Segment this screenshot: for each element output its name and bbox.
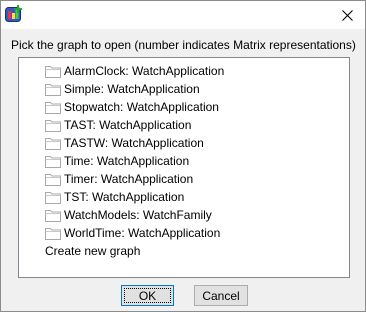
title-bar[interactable] xyxy=(1,1,365,29)
list-item[interactable]: Timer: WatchApplication xyxy=(45,170,193,188)
folder-icon xyxy=(45,66,61,78)
folder-icon xyxy=(45,102,61,114)
graph-list[interactable]: AlarmClock: WatchApplication Simple: Wat… xyxy=(18,57,350,278)
list-item[interactable]: TAST: WatchApplication xyxy=(45,116,191,134)
create-new-graph-label: Create new graph xyxy=(45,244,141,258)
list-item[interactable]: Simple: WatchApplication xyxy=(45,80,200,98)
list-item[interactable]: TASTW: WatchApplication xyxy=(45,134,204,152)
list-item-label: TASTW: WatchApplication xyxy=(64,136,204,150)
list-item-label: WorldTime: WatchApplication xyxy=(64,226,221,240)
prompt-text: Pick the graph to open (number indicates… xyxy=(11,38,356,52)
cancel-button[interactable]: Cancel xyxy=(194,285,248,306)
list-item-label: AlarmClock: WatchApplication xyxy=(64,64,225,78)
folder-icon xyxy=(45,228,61,240)
folder-icon xyxy=(45,156,61,168)
list-item[interactable]: WatchModels: WatchFamily xyxy=(45,206,212,224)
list-item[interactable]: Stopwatch: WatchApplication xyxy=(45,98,219,116)
list-item[interactable]: WorldTime: WatchApplication xyxy=(45,224,220,242)
ok-button[interactable]: OK xyxy=(121,285,174,306)
list-item-label: Time: WatchApplication xyxy=(64,154,190,168)
list-item-label: Stopwatch: WatchApplication xyxy=(64,100,219,114)
folder-icon xyxy=(45,192,61,204)
cancel-label: Cancel xyxy=(202,288,240,303)
folder-icon xyxy=(45,210,61,222)
list-item-label: Simple: WatchApplication xyxy=(64,82,200,96)
folder-icon xyxy=(45,174,61,186)
list-item-label: WatchModels: WatchFamily xyxy=(64,208,212,222)
list-item[interactable]: TST: WatchApplication xyxy=(45,188,184,206)
folder-icon xyxy=(45,120,61,132)
close-button[interactable] xyxy=(329,1,365,29)
list-item[interactable]: AlarmClock: WatchApplication xyxy=(45,62,224,80)
list-item-label: Timer: WatchApplication xyxy=(64,172,194,186)
create-new-graph-item[interactable]: Create new graph xyxy=(45,242,140,260)
list-item[interactable]: Time: WatchApplication xyxy=(45,152,189,170)
close-icon xyxy=(341,9,353,21)
folder-icon xyxy=(45,84,61,96)
dialog-window: Pick the graph to open (number indicates… xyxy=(0,0,366,312)
list-item-label: TST: WatchApplication xyxy=(64,190,185,204)
folder-icon xyxy=(45,138,61,150)
app-icon xyxy=(5,5,22,22)
list-item-label: TAST: WatchApplication xyxy=(64,118,192,132)
focus-rectangle xyxy=(124,288,171,303)
